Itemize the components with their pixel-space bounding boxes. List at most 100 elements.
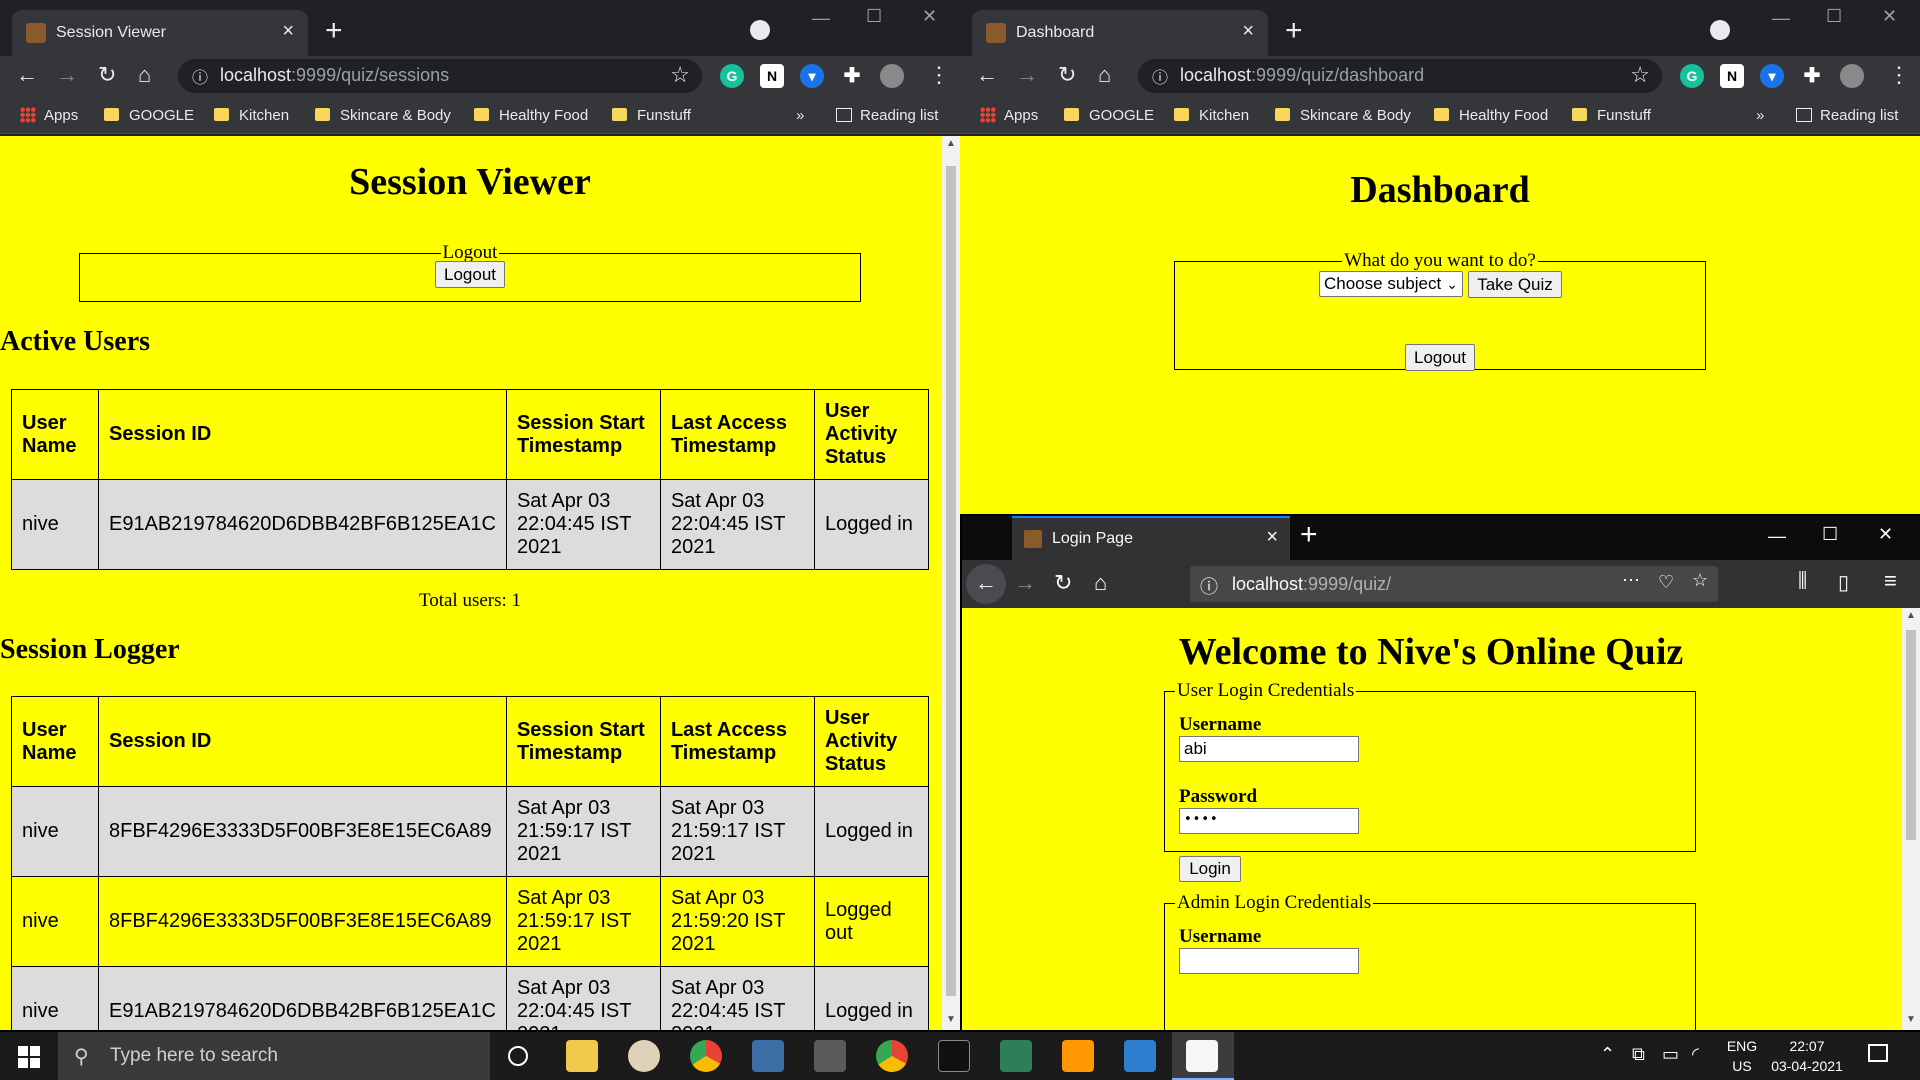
minimize-icon[interactable]: — (1768, 526, 1786, 547)
username-field[interactable]: abi (1179, 736, 1359, 762)
battery-icon[interactable]: ▭ (1662, 1044, 1679, 1065)
grammarly-icon[interactable]: G (1680, 64, 1704, 88)
network-icon[interactable]: ⧉ (1632, 1044, 1645, 1065)
bookmark-kitchen[interactable]: Kitchen (1174, 107, 1249, 124)
language-indicator[interactable]: ENG US (1722, 1036, 1762, 1076)
profile-avatar[interactable] (1840, 64, 1864, 88)
bookmark-funstuff[interactable]: Funstuff (1572, 107, 1651, 124)
tab-session-viewer[interactable]: Session Viewer × (12, 10, 308, 56)
bookmark-google[interactable]: GOOGLE (104, 107, 194, 124)
bookmark-apps[interactable]: Apps (980, 107, 1038, 124)
sidebar-icon[interactable]: ▯ (1838, 570, 1849, 595)
terminal-icon[interactable] (938, 1040, 970, 1072)
windows-start-icon[interactable] (18, 1046, 40, 1068)
subject-select[interactable]: Choose subject ⌄ (1319, 271, 1463, 297)
forward-icon[interactable]: → (56, 62, 78, 88)
close-window-icon[interactable]: ✕ (1878, 524, 1893, 545)
file-explorer-icon[interactable] (566, 1040, 598, 1072)
forward-icon[interactable]: → (1014, 570, 1036, 596)
calculator-icon[interactable] (814, 1040, 846, 1072)
photos-icon[interactable] (1124, 1040, 1156, 1072)
tab-close-icon[interactable]: × (282, 20, 294, 43)
reload-icon[interactable]: ↻ (1054, 570, 1072, 596)
page-actions-icon[interactable]: ⋯ (1622, 570, 1640, 591)
extension-blue-icon[interactable]: ▾ (1760, 64, 1784, 88)
minimize-icon[interactable]: — (1772, 8, 1790, 29)
wifi-icon[interactable]: ◜ (1692, 1044, 1699, 1065)
taskbar-search[interactable]: ⚲ Type here to search (58, 1032, 490, 1080)
extension-blue-icon[interactable]: ▾ (800, 64, 824, 88)
menu-kebab-icon[interactable]: ⋮ (928, 62, 950, 88)
admin-username-field[interactable] (1179, 948, 1359, 974)
close-window-icon[interactable]: ✕ (1882, 6, 1897, 27)
logout-button[interactable]: Logout (435, 261, 505, 288)
bookmark-star-icon[interactable]: ☆ (670, 62, 690, 88)
chrome-icon[interactable] (876, 1040, 908, 1072)
forward-icon[interactable]: → (1016, 62, 1038, 88)
bookmark-kitchen[interactable]: Kitchen (214, 107, 289, 124)
new-tab-icon[interactable]: + (325, 14, 343, 48)
password-field[interactable]: •••• (1179, 808, 1359, 834)
maximize-icon[interactable]: ☐ (1822, 524, 1838, 545)
bookmark-skincare[interactable]: Skincare & Body (315, 107, 451, 124)
site-info-icon[interactable]: ⓘ (1200, 573, 1218, 599)
reload-icon[interactable]: ↻ (98, 62, 116, 88)
app-icon[interactable] (752, 1040, 784, 1072)
more-bookmarks-icon[interactable]: » (1756, 107, 1764, 124)
grammarly-icon[interactable]: G (720, 64, 744, 88)
address-bar[interactable]: ⓘ localhost:9999/quiz/ ⋯ ♡ ☆ (1190, 566, 1718, 602)
bookmark-healthy-food[interactable]: Healthy Food (474, 107, 588, 124)
bookmark-funstuff[interactable]: Funstuff (612, 107, 691, 124)
library-icon[interactable]: ⫼ (1798, 570, 1807, 593)
notion-icon[interactable]: N (760, 64, 784, 88)
home-icon[interactable]: ⌂ (1094, 570, 1107, 596)
reading-list[interactable]: Reading list (836, 107, 938, 124)
scroll-down-icon[interactable]: ▼ (1902, 1014, 1920, 1030)
sublime-text-icon[interactable] (1062, 1040, 1094, 1072)
menu-kebab-icon[interactable]: ⋮ (1888, 62, 1910, 88)
app-icon[interactable] (1000, 1040, 1032, 1072)
login-button[interactable]: Login (1179, 856, 1241, 882)
chrome-icon[interactable] (690, 1040, 722, 1072)
bookmark-star-icon[interactable]: ☆ (1692, 570, 1708, 591)
maximize-icon[interactable]: ☐ (866, 6, 882, 27)
notion-icon[interactable]: N (1720, 64, 1744, 88)
back-icon[interactable]: ← (966, 564, 1006, 604)
clock[interactable]: 22:07 03-04-2021 (1766, 1036, 1848, 1076)
bookmark-star-icon[interactable]: ☆ (1630, 62, 1650, 88)
close-window-icon[interactable]: ✕ (922, 6, 937, 27)
home-icon[interactable]: ⌂ (138, 62, 151, 88)
new-tab-icon[interactable]: + (1300, 518, 1318, 552)
scroll-up-icon[interactable]: ▲ (942, 138, 960, 154)
profile-avatar[interactable] (880, 64, 904, 88)
take-quiz-button[interactable]: Take Quiz (1468, 271, 1562, 298)
logout-button[interactable]: Logout (1405, 344, 1475, 371)
maximize-icon[interactable]: ☐ (1826, 6, 1842, 27)
scroll-down-icon[interactable]: ▼ (942, 1014, 960, 1030)
notifications-icon[interactable] (1868, 1044, 1888, 1062)
back-icon[interactable]: ← (16, 62, 38, 88)
site-info-icon[interactable]: ⓘ (1152, 64, 1168, 88)
page-scrollbar[interactable]: ▲ ▼ (1902, 608, 1920, 1030)
reading-list[interactable]: Reading list (1796, 107, 1898, 124)
address-bar[interactable]: ⓘ localhost:9999/quiz/dashboard ☆ (1138, 59, 1662, 93)
tab-search-icon[interactable] (1710, 20, 1730, 40)
back-icon[interactable]: ← (976, 62, 998, 88)
task-view-icon[interactable] (508, 1046, 528, 1066)
scroll-up-icon[interactable]: ▲ (1902, 610, 1920, 626)
address-bar[interactable]: ⓘ localhost:9999/quiz/sessions ☆ (178, 59, 702, 93)
extensions-puzzle-icon[interactable]: ✚ (840, 64, 864, 88)
more-bookmarks-icon[interactable]: » (796, 107, 804, 124)
site-info-icon[interactable]: ⓘ (192, 64, 208, 88)
minimize-icon[interactable]: — (812, 8, 830, 29)
tab-close-icon[interactable]: × (1242, 20, 1254, 43)
tab-search-icon[interactable] (750, 20, 770, 40)
scroll-thumb[interactable] (1906, 630, 1916, 840)
bookmark-apps[interactable]: Apps (20, 107, 78, 124)
tab-dashboard[interactable]: Dashboard × (972, 10, 1268, 56)
home-icon[interactable]: ⌂ (1098, 62, 1111, 88)
new-tab-icon[interactable]: + (1285, 14, 1303, 48)
scroll-thumb[interactable] (946, 166, 956, 996)
page-scrollbar[interactable]: ▲ ▼ (942, 136, 960, 1030)
hamburger-menu-icon[interactable]: ≡ (1884, 568, 1897, 594)
